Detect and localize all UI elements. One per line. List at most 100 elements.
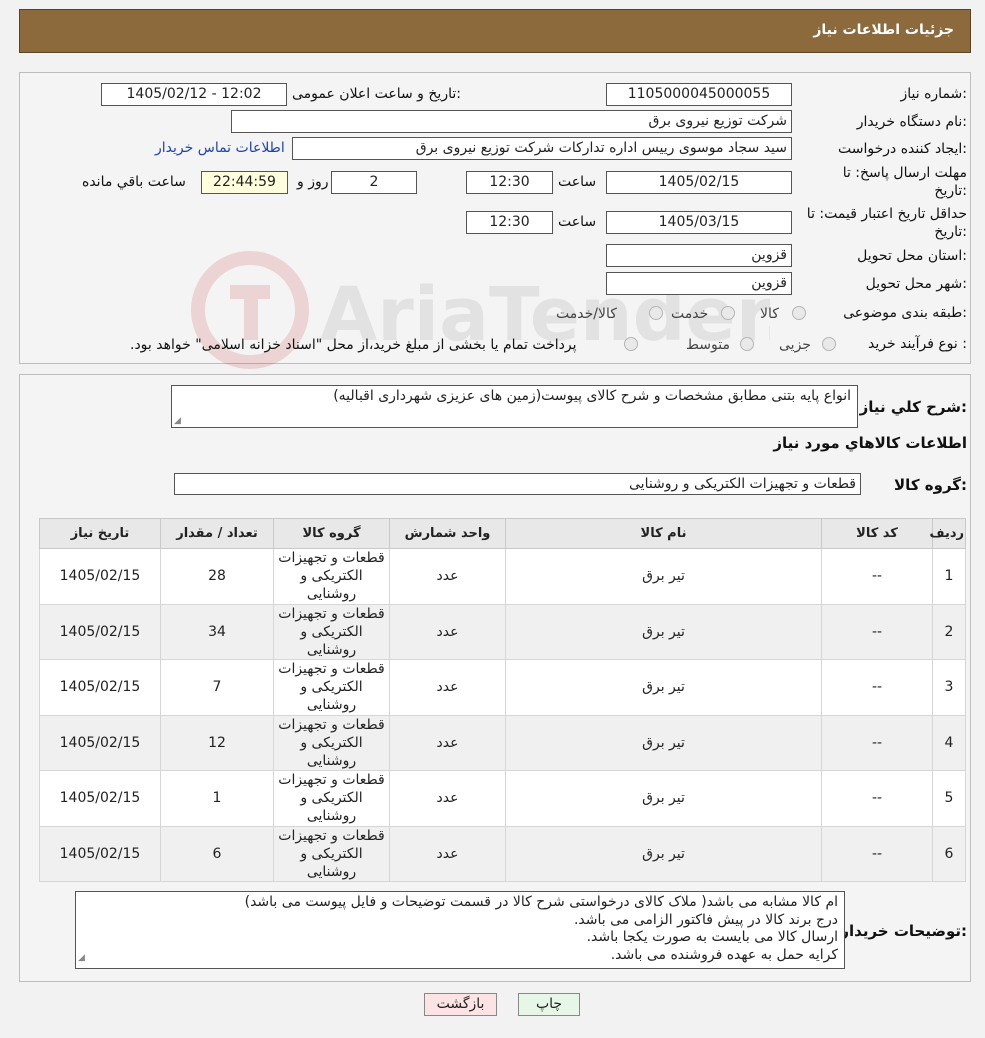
cell-name: تیر برق: [505, 548, 822, 605]
reply-time-label: ساعت: [558, 174, 597, 190]
cell-group: قطعات و تجهیزات الکتریکی و روشنایی: [273, 714, 390, 771]
cell-code: --: [821, 548, 933, 605]
cell-date: 1405/02/15: [39, 825, 161, 882]
cell-qty: 12: [160, 714, 274, 771]
cell-name: تیر برق: [505, 603, 822, 660]
province-field: قزوین: [606, 244, 792, 267]
category-radio-goods[interactable]: [792, 306, 806, 320]
page-title: جزئیات اطلاعات نیاز: [813, 22, 954, 38]
buyer-notes-textarea[interactable]: ام کالا مشابه می باشد( ملاک کالای درخواس…: [75, 891, 845, 969]
cell-row: 6: [932, 825, 966, 882]
days-field: 2: [331, 171, 417, 194]
announce-label: تاریخ و ساعت اعلان عمومی:: [292, 86, 461, 102]
cell-qty: 6: [160, 825, 274, 882]
col-header-unit: واحد شمارش: [389, 518, 506, 549]
cell-unit: عدد: [389, 714, 506, 771]
cell-unit: عدد: [389, 825, 506, 882]
goods-group-label: گروه کالا:: [894, 476, 967, 494]
cell-row: 4: [932, 714, 966, 771]
col-header-row: ردیف: [929, 518, 966, 549]
cell-group: قطعات و تجهیزات الکتریکی و روشنایی: [273, 770, 390, 827]
province-label: استان محل تحویل:: [857, 248, 967, 264]
city-label: شهر محل تحویل:: [865, 276, 967, 292]
buyer-notes-line: ارسال کالا می بایست به صورت یکجا باشد.: [586, 929, 838, 945]
remaining-label: ساعت باقي مانده: [82, 174, 186, 190]
print-button[interactable]: چاپ: [518, 993, 580, 1016]
remaining-timer: 22:44:59: [201, 171, 288, 194]
cell-unit: عدد: [389, 548, 506, 605]
cell-name: تیر برق: [505, 714, 822, 771]
price-validity-label: حداقل تاریخ اعتبار قیمت: تا: [806, 206, 967, 222]
col-header-group: گروه کالا: [273, 518, 390, 549]
reply-time-field: 12:30: [466, 171, 553, 194]
cell-date: 1405/02/15: [39, 659, 161, 716]
cell-date: 1405/02/15: [39, 548, 161, 605]
cell-code: --: [821, 825, 933, 882]
cell-qty: 1: [160, 770, 274, 827]
cell-code: --: [821, 659, 933, 716]
category-radio-goods-service[interactable]: [649, 306, 663, 320]
cell-code: --: [821, 770, 933, 827]
category-radio-service[interactable]: [721, 306, 735, 320]
cell-name: تیر برق: [505, 770, 822, 827]
cell-row: 2: [932, 603, 966, 660]
buyer-notes-line: ام کالا مشابه می باشد( ملاک کالای درخواس…: [244, 894, 838, 910]
creator-label: ایجاد کننده درخواست:: [838, 141, 967, 157]
resize-grip-icon[interactable]: ◢: [174, 416, 181, 426]
process-option-medium: متوسط: [686, 337, 730, 353]
price-time-field: 12:30: [466, 211, 553, 234]
announce-field: 1405/02/12 - 12:02: [101, 83, 287, 106]
cell-group: قطعات و تجهیزات الکتریکی و روشنایی: [273, 548, 390, 605]
reply-date-field: 1405/02/15: [606, 171, 792, 194]
table-header-row: ردیف کد کالا نام کالا واحد شمارش گروه کا…: [39, 518, 966, 549]
buyer-org-field: شرکت توزیع نیروی برق: [231, 110, 792, 133]
cell-qty: 7: [160, 659, 274, 716]
cell-unit: عدد: [389, 770, 506, 827]
price-validity-label-2: تاریخ:: [934, 224, 967, 240]
cell-row: 1: [932, 548, 966, 605]
process-option-minor: جزیی: [779, 337, 811, 353]
summary-textarea[interactable]: انواع پایه بتنی مطابق مشخصات و شرح کالای…: [171, 385, 858, 428]
buyer-notes-line: درج برند کالا در پیش فاکتور الزامی می با…: [573, 911, 838, 928]
cell-unit: عدد: [389, 659, 506, 716]
cell-row: 3: [932, 659, 966, 716]
back-button[interactable]: بازگشت: [424, 993, 497, 1016]
cell-unit: عدد: [389, 603, 506, 660]
reply-deadline-label: مهلت ارسال پاسخ: تا: [842, 165, 967, 181]
buyer-org-label: نام دستگاه خریدار:: [856, 114, 967, 130]
goods-group-field: قطعات و تجهیزات الکتریکی و روشنایی: [174, 473, 861, 495]
buyer-notes-line: کرایه حمل به عهده فروشنده می باشد.: [610, 946, 838, 963]
resize-grip-icon[interactable]: ◢: [78, 950, 85, 968]
cell-name: تیر برق: [505, 659, 822, 716]
goods-section-title: اطلاعات کالاهاي مورد نياز: [773, 434, 967, 452]
process-radio-minor[interactable]: [822, 337, 836, 351]
buyer-notes-label: توضیحات خریدار:: [840, 922, 967, 940]
table-row: 5 -- تیر برق عدد قطعات و تجهیزات الکتریک…: [39, 770, 966, 827]
process-note: پرداخت تمام یا بخشی از مبلغ خرید،از محل …: [130, 337, 577, 353]
need-number-label: شماره نیاز:: [900, 86, 967, 102]
buyer-contact-link[interactable]: اطلاعات تماس خریدار: [155, 140, 285, 156]
cell-code: --: [821, 603, 933, 660]
cell-code: --: [821, 714, 933, 771]
table-row: 2 -- تیر برق عدد قطعات و تجهیزات الکتریک…: [39, 603, 966, 660]
price-time-label: ساعت: [558, 214, 597, 230]
cell-qty: 34: [160, 603, 274, 660]
cell-row: 5: [932, 770, 966, 827]
process-radio-medium[interactable]: [740, 337, 754, 351]
col-header-date: تاریخ نیاز: [39, 518, 161, 549]
days-label: روز و: [297, 174, 329, 190]
goods-table: ردیف کد کالا نام کالا واحد شمارش گروه کا…: [39, 518, 966, 882]
category-option-goods-service: کالا/خدمت: [556, 306, 617, 322]
category-option-goods: کالا: [760, 306, 779, 322]
table-row: 6 -- تیر برق عدد قطعات و تجهیزات الکتریک…: [39, 825, 966, 882]
process-checkbox-treasury[interactable]: [624, 337, 638, 351]
page-header: جزئیات اطلاعات نیاز: [19, 9, 971, 53]
cell-name: تیر برق: [505, 825, 822, 882]
col-header-qty: تعداد / مقدار: [160, 518, 274, 549]
city-field: قزوین: [606, 272, 792, 295]
summary-label: شرح کلي نياز:: [859, 398, 967, 416]
col-header-code: کد کالا: [821, 518, 933, 549]
category-label: طبقه بندی موضوعی:: [843, 305, 967, 321]
cell-qty: 28: [160, 548, 274, 605]
cell-date: 1405/02/15: [39, 714, 161, 771]
